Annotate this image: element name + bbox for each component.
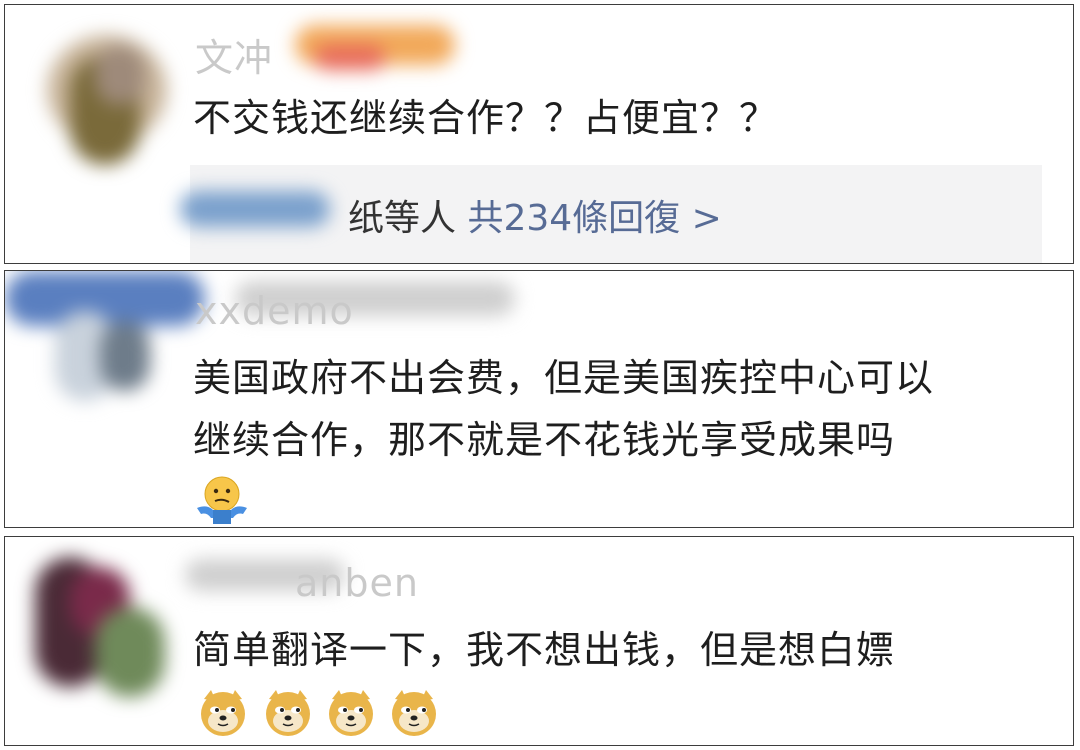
avatar[interactable]	[15, 537, 185, 717]
comment-text-line-2: 继续合作，那不就是不花钱光享受成果吗	[193, 418, 896, 462]
comment-text: 简单翻译一下，我不想出钱，但是想白嫖	[193, 628, 896, 672]
doge-emoji	[266, 690, 310, 736]
reply-summary[interactable]: 纸等人 共234條回復 >	[180, 165, 1042, 263]
comment-card: xxdemo 美国政府不出会费，但是美国疾控中心可以 继续合作，那不就是不花钱光…	[4, 270, 1074, 528]
doge-emoji	[329, 690, 373, 736]
comment-card: anben 简单翻译一下，我不想出钱，但是想白嫖	[4, 536, 1074, 746]
username[interactable]: xxdemo	[195, 289, 354, 333]
avatar[interactable]	[35, 15, 185, 165]
avatar[interactable]	[5, 271, 205, 431]
username[interactable]: 文冲	[195, 27, 273, 82]
comment-text-line-1: 美国政府不出会费，但是美国疾控中心可以	[193, 356, 935, 400]
view-replies-link[interactable]: 共234條回復 >	[467, 198, 721, 239]
username-blur	[285, 5, 465, 95]
username[interactable]: anben	[295, 561, 419, 605]
reply-summary-text: 纸等人 共234條回復 >	[348, 189, 722, 241]
comment-text: 不交钱还继续合作？？占便宜？？	[193, 96, 779, 140]
doge-emoji	[201, 690, 245, 736]
doge-emoji	[392, 690, 436, 736]
reply-avatars-blur	[170, 181, 350, 241]
reply-names: 纸等人	[348, 198, 457, 239]
shrug-emoji	[197, 476, 247, 524]
comment-card: 文冲 不交钱还继续合作？？占便宜？？ 纸等人 共234條回復 >	[4, 4, 1074, 264]
